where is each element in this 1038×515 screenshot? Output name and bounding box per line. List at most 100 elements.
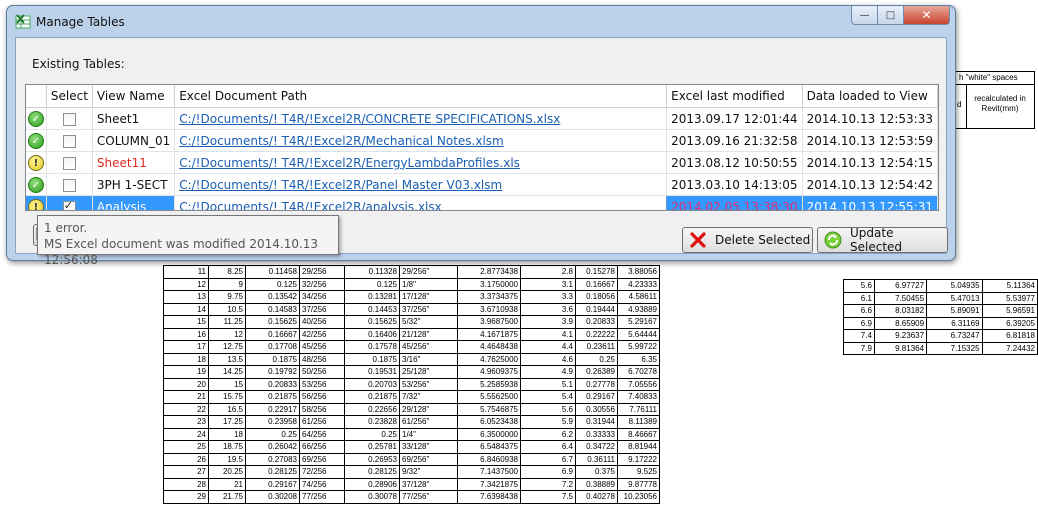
sheet-cell: 27: [163, 465, 209, 479]
excel-path-link[interactable]: C:/!Documents/! T4R/!Excel2R/EnergyLambd…: [174, 151, 668, 174]
sheet-cell: 6.7: [520, 452, 576, 466]
sheet-cell: 77/256: [299, 490, 345, 504]
sheet-cell: 5.2585938: [457, 377, 521, 391]
excel-path-link[interactable]: C:/!Documents/! T4R/!Excel2R/Panel Maste…: [174, 173, 668, 196]
column-header-status[interactable]: [26, 85, 47, 108]
view-name-cell[interactable]: Analysis: [92, 195, 176, 210]
sheet-cell: 0.1875: [344, 352, 400, 366]
sheet-cell: 0.25781: [344, 440, 400, 454]
sheet-cell: 0.22656: [344, 402, 400, 416]
sheet-row: 28 21 0.29167 74/256 0.28906 37/128" 7.3421875…: [163, 477, 660, 491]
select-cell[interactable]: [46, 129, 93, 152]
column-header-view-name[interactable]: View Name: [92, 85, 176, 108]
sheet-cell: 17/128": [399, 290, 458, 304]
close-button[interactable]: ✕: [904, 6, 950, 25]
sheet-cell: 5.5562500: [457, 390, 521, 404]
status-cell: ✓: [26, 107, 47, 130]
sheet-row: 16 12 0.16667 42/256 0.16406 21/128" 4.1671875…: [163, 327, 660, 341]
sheet-cell: 29: [163, 490, 209, 504]
sheet-cell: 5.4: [520, 390, 576, 404]
sheet-cell: 7.4: [843, 329, 875, 343]
sheet-row: 20 15 0.20833 53/256 0.20703 53/256" 5.2585938…: [163, 377, 660, 391]
table-row[interactable]: ✓ Sheet1 C:/!Documents/! T4R/!Excel2R/CONC…: [26, 107, 938, 130]
sheet-cell: 2.8773438: [457, 265, 521, 279]
sheet-row: 5.6 6.97727 5.04935 5.11364: [843, 279, 1038, 293]
select-cell[interactable]: [46, 195, 93, 210]
title-bar[interactable]: Manage Tables — □ ✕: [7, 6, 955, 38]
sheet-cell: 22: [163, 402, 209, 416]
status-cell: !: [26, 195, 47, 210]
sheet-cell: 19.5: [208, 452, 246, 466]
sheet-cell: 37/256: [299, 302, 345, 316]
column-header-data-loaded[interactable]: Data loaded to View: [802, 85, 938, 108]
view-name-cell[interactable]: Sheet1: [92, 107, 176, 130]
sheet-cell: 50/256: [299, 365, 345, 379]
select-checkbox[interactable]: [62, 178, 76, 192]
sheet-row: 22 16.5 0.22917 58/256 0.22656 29/128" 5.75468…: [163, 402, 660, 416]
sheet-cell: 5.96591: [981, 304, 1038, 318]
tables-grid[interactable]: Select View Name Excel Document Path Exc…: [25, 84, 939, 211]
sheet-cell: 32/256: [299, 277, 345, 291]
sheet-cell: 6.4: [520, 440, 576, 454]
select-checkbox[interactable]: [62, 112, 76, 126]
sheet-cell: 4.9: [520, 365, 576, 379]
sheet-cell: 4.58611: [617, 290, 660, 304]
sheet-cell: 0.16667: [575, 277, 618, 291]
table-row[interactable]: ✓ COLUMN_01 C:/!Documents/! T4R/!Excel2R/M…: [26, 129, 938, 152]
minimize-button[interactable]: —: [851, 6, 878, 25]
sheet-cell: 4.4: [520, 340, 576, 354]
select-cell[interactable]: [46, 151, 93, 174]
last-modified-cell: 2013.09.17 12:01:44: [666, 107, 803, 130]
view-name-cell[interactable]: COLUMN_01: [92, 129, 176, 152]
sheet-header-recalc: recalculated in Revit(mm): [974, 94, 1026, 113]
sheet-cell: 0.19792: [245, 365, 300, 379]
sheet-cell: 9.525: [617, 465, 660, 479]
sheet-cell: 3/16": [399, 352, 458, 366]
excel-path-link[interactable]: C:/!Documents/! T4R/!Excel2R/CONCRETE SP…: [174, 107, 668, 130]
sheet-cell: 10.23056: [617, 490, 660, 504]
column-header-select[interactable]: Select: [46, 85, 93, 108]
view-name-cell[interactable]: Sheet11: [92, 151, 176, 174]
excel-path-link[interactable]: C:/!Documents/! T4R/!Excel2R/analysis.xl…: [174, 195, 668, 210]
grid-header-row: Select View Name Excel Document Path Exc…: [26, 85, 938, 108]
select-cell[interactable]: [46, 173, 93, 196]
table-row[interactable]: ✓ 3PH 1-SECT C:/!Documents/! T4R/!Excel2R/…: [26, 173, 938, 196]
view-name-cell[interactable]: 3PH 1-SECT: [92, 173, 176, 196]
select-cell[interactable]: [46, 107, 93, 130]
tooltip-message: MS Excel document was modified 2014.10.1…: [44, 237, 319, 267]
sheet-cell: 8.03182: [873, 304, 928, 318]
excel-path-link[interactable]: C:/!Documents/! T4R/!Excel2R/Mechanical …: [174, 129, 668, 152]
red-x-icon: [689, 231, 707, 249]
sheet-cell: 14.25: [208, 365, 246, 379]
table-row[interactable]: ! AnalysisC:/!Documents/! T4R/!Excel2R/an…: [26, 195, 938, 210]
maximize-button[interactable]: □: [878, 6, 904, 25]
sheet-cell: 12: [163, 277, 209, 291]
sheet-cell: 12.75: [208, 340, 246, 354]
sheet-cell: 0.19444: [575, 302, 618, 316]
delete-selected-button[interactable]: Delete Selected: [682, 227, 813, 253]
sheet-cell: 56/256: [299, 390, 345, 404]
maximize-icon: □: [885, 9, 896, 21]
sheet-cell: 0.1875: [245, 352, 300, 366]
sheet-cell: 5.64444: [617, 327, 660, 341]
data-loaded-cell: 2014.10.13 12:54:15: [802, 151, 938, 174]
table-row[interactable]: ! Sheet11 C:/!Documents/! T4R/!Excel2R/Ene…: [26, 151, 938, 174]
column-header-last-modified[interactable]: Excel last modified: [666, 85, 803, 108]
sheet-cell: 16: [163, 327, 209, 341]
select-checkbox[interactable]: [62, 156, 76, 170]
sheet-cell: 5.6: [843, 279, 875, 293]
update-selected-button[interactable]: Update Selected: [817, 226, 948, 254]
sheet-cell: 64/256: [299, 427, 345, 441]
sheet-cell: 0.13542: [245, 290, 300, 304]
sheet-cell: 4.4648438: [457, 340, 521, 354]
sheet-cell: 7.50455: [873, 291, 928, 305]
data-loaded-cell: 2014.10.13 12:53:59: [802, 129, 938, 152]
select-checkbox[interactable]: [62, 199, 76, 210]
column-header-path[interactable]: Excel Document Path: [174, 85, 668, 108]
sheet-cell: 13.5: [208, 352, 246, 366]
sheet-header-text: h "white" spaces: [956, 72, 1034, 85]
select-checkbox[interactable]: [62, 134, 76, 148]
sheet-row: 6.6 8.03182 5.89091 5.96591: [843, 304, 1038, 318]
sheet-cell: 4.7625000: [457, 352, 521, 366]
sheet-cell: 18: [163, 352, 209, 366]
